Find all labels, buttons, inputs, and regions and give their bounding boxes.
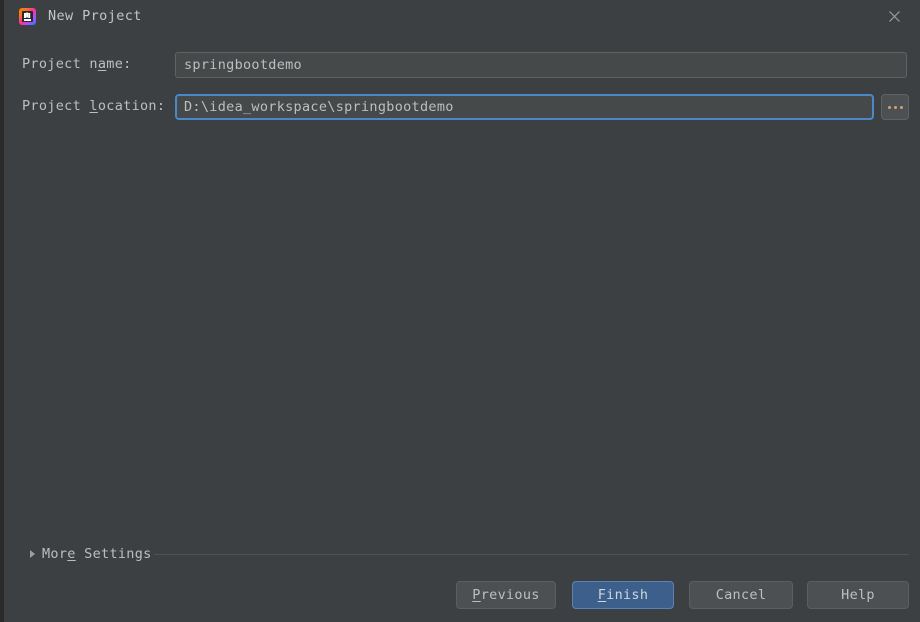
- cancel-button[interactable]: Cancel: [689, 581, 793, 609]
- project-location-input[interactable]: [175, 94, 874, 120]
- dialog-title: New Project: [48, 8, 142, 24]
- ellipsis-dot-icon: [893, 105, 897, 109]
- more-settings-toggle[interactable]: More Settings: [4, 544, 920, 564]
- project-location-row: Project location:: [4, 94, 920, 120]
- project-name-input[interactable]: [175, 52, 907, 78]
- browse-folder-button[interactable]: [881, 94, 909, 120]
- finish-button[interactable]: Finish: [572, 581, 674, 609]
- dialog-button-bar: Previous Finish Cancel Help: [4, 581, 920, 609]
- project-name-label: Project name:: [22, 56, 132, 72]
- project-name-row: Project name:: [4, 52, 920, 78]
- more-settings-divider: [154, 554, 909, 555]
- close-icon[interactable]: [874, 2, 914, 30]
- project-location-label: Project location:: [22, 98, 166, 114]
- ellipsis-dot-icon: [887, 105, 891, 109]
- previous-button[interactable]: Previous: [456, 581, 556, 609]
- new-project-dialog: New Project Project name: Project locati…: [0, 0, 920, 622]
- title-bar: New Project: [4, 0, 920, 33]
- chevron-right-icon: [30, 550, 35, 558]
- ellipsis-dot-icon: [899, 105, 903, 109]
- more-settings-label: More Settings: [42, 546, 152, 562]
- help-button[interactable]: Help: [807, 581, 909, 609]
- intellij-idea-logo-icon: [19, 8, 36, 25]
